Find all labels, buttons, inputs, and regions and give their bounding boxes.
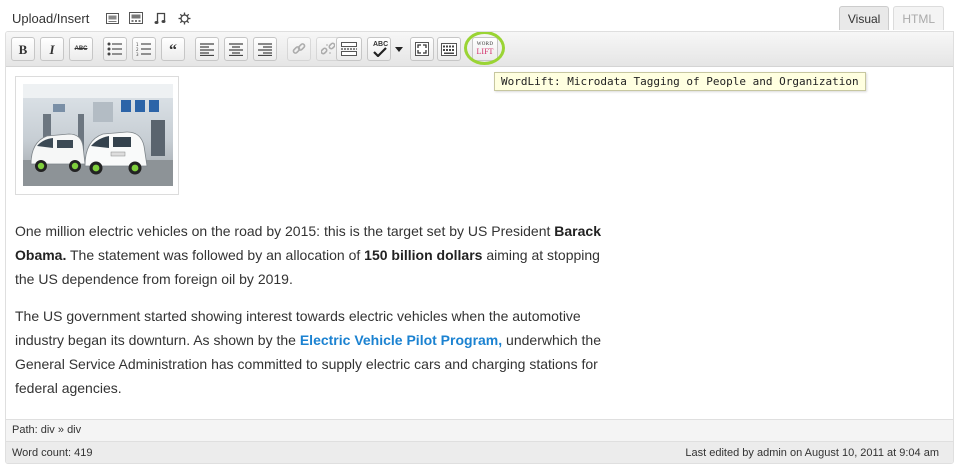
last-edited: Last edited by admin on August 10, 2011 …: [685, 447, 939, 459]
fullscreen-button[interactable]: [410, 37, 434, 61]
insert-link-button[interactable]: [287, 37, 311, 61]
bullet-list-icon: [107, 42, 122, 56]
image-icon[interactable]: [101, 9, 123, 27]
path-item-div[interactable]: div: [67, 424, 81, 436]
blockquote-icon: “: [169, 41, 177, 59]
align-right-icon: [258, 42, 272, 56]
editor-toolbar: B I ABC 123 “ ABC WORD LIFT: [6, 32, 953, 67]
p1-text-c: The statement was followed by an allocat…: [66, 247, 365, 263]
wordlift-button[interactable]: WORD LIFT: [472, 37, 498, 61]
paragraph-2: The US government started showing intere…: [15, 304, 615, 400]
media-upload-bar: Upload/Insert: [12, 8, 197, 28]
align-center-icon: [229, 42, 243, 56]
unlink-icon: [321, 42, 335, 55]
tab-html[interactable]: HTML: [893, 6, 944, 30]
align-left-button[interactable]: [195, 37, 219, 61]
strikethrough-icon: ABC: [74, 46, 88, 52]
status-bar: Word count: 419 Last edited by admin on …: [6, 441, 953, 463]
wordlift-tooltip: WordLift: Microdata Tagging of People an…: [494, 72, 866, 91]
upload-insert-label: Upload/Insert: [12, 10, 90, 26]
italic-icon: I: [49, 41, 55, 57]
image-frame[interactable]: [15, 76, 179, 195]
path-separator: »: [57, 424, 64, 436]
word-count: Word count: 419: [12, 447, 93, 459]
audio-icon[interactable]: [149, 9, 171, 27]
italic-button[interactable]: I: [40, 37, 64, 61]
more-tag-icon: [341, 42, 357, 56]
wordlift-icon-bottom: LIFT: [476, 47, 494, 56]
ev-pilot-program-link[interactable]: Electric Vehicle Pilot Program,: [300, 332, 502, 348]
fullscreen-icon: [415, 42, 429, 56]
video-icon[interactable]: [125, 9, 147, 27]
visual-editor: B I ABC 123 “ ABC WORD LIFT WordLift: Mi…: [5, 31, 954, 464]
align-center-button[interactable]: [224, 37, 248, 61]
align-left-icon: [200, 42, 214, 56]
kitchen-sink-icon: [441, 42, 457, 56]
bold-button[interactable]: B: [11, 37, 35, 61]
p1-text-a: One million electric vehicles on the roa…: [15, 223, 555, 239]
path-bar: Path: div » div: [6, 419, 953, 441]
spellcheck-button[interactable]: ABC: [367, 37, 391, 61]
svg-text:3: 3: [136, 52, 139, 56]
path-item-div[interactable]: div: [41, 424, 55, 436]
numbered-list-icon: 123: [136, 42, 151, 56]
p1-bold-amount: 150 billion dollars: [364, 247, 483, 263]
editor-content[interactable]: One million electric vehicles on the roa…: [6, 68, 953, 419]
path-label: Path:: [12, 424, 38, 436]
media-icon[interactable]: [173, 9, 195, 27]
link-icon: [292, 43, 306, 54]
bold-icon: B: [18, 41, 28, 57]
numbered-list-button[interactable]: 123: [132, 37, 156, 61]
editor-tabs: Visual HTML: [838, 6, 944, 30]
checkmark-icon: [373, 47, 387, 57]
paragraph-1: One million electric vehicles on the roa…: [15, 219, 615, 291]
spellcheck-dropdown[interactable]: [393, 37, 405, 61]
tab-visual[interactable]: Visual: [838, 6, 890, 30]
electric-cars-photo: [23, 84, 173, 186]
strikethrough-button[interactable]: ABC: [69, 37, 93, 61]
kitchen-sink-button[interactable]: [437, 37, 461, 61]
align-right-button[interactable]: [253, 37, 277, 61]
insert-more-button[interactable]: [336, 37, 362, 61]
bullet-list-button[interactable]: [103, 37, 127, 61]
chevron-down-icon: [395, 46, 403, 52]
wordlift-icon: WORD LIFT: [477, 42, 494, 56]
blockquote-button[interactable]: “: [161, 37, 185, 61]
